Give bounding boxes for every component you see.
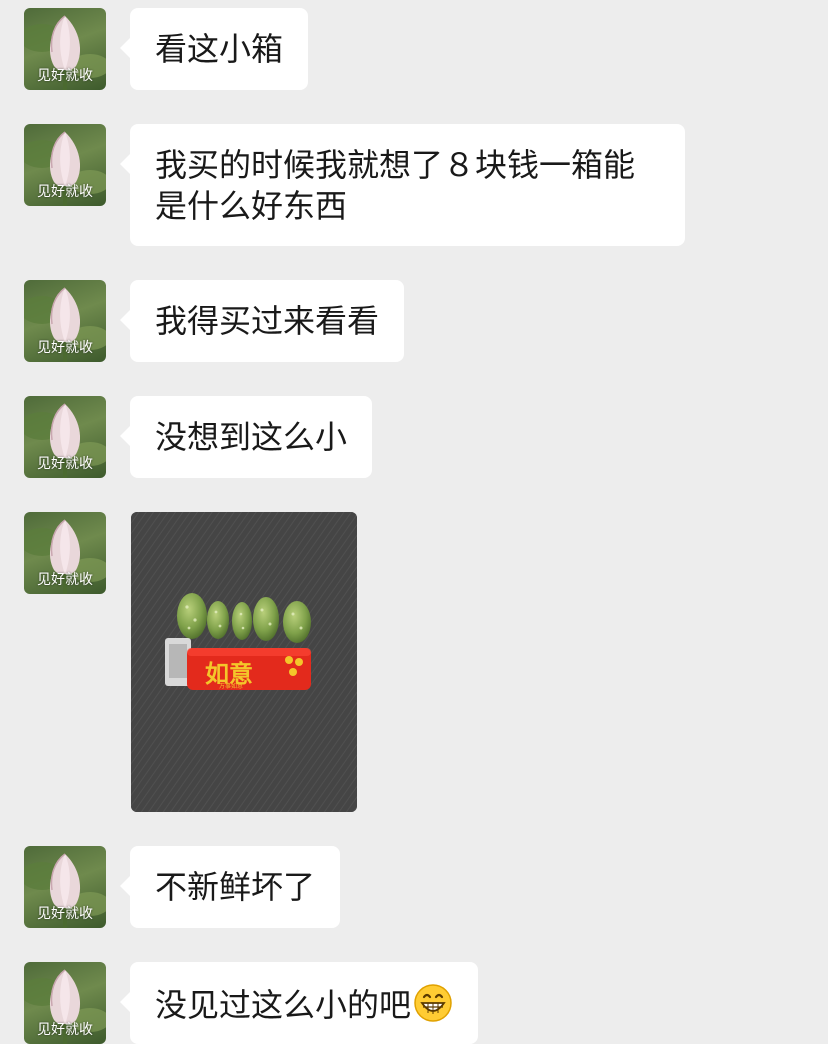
chat-message: 见好就收 我买的时候我就想了８块钱一箱能 是什么好东西 — [0, 124, 828, 246]
chat-message: 见好就收 没见过这么小的吧 — [0, 962, 828, 1044]
chat-message: 见好就收 如意 万事如意 — [0, 512, 828, 812]
message-bubble[interactable]: 看这小箱 — [119, 8, 309, 90]
message-bubble[interactable]: 我买的时候我就想了８块钱一箱能 是什么好东西 — [120, 124, 685, 246]
message-bubble[interactable]: 我得买过来看看 — [119, 280, 405, 362]
grinning-face-emoji — [414, 984, 452, 1022]
avatar[interactable]: 见好就收 — [24, 280, 106, 362]
message-text: 我买的时候我就想了８块钱一箱能 是什么好东西 — [155, 146, 636, 225]
avatar[interactable]: 见好就收 — [24, 124, 106, 206]
message-bubble[interactable]: 没想到这么小 — [119, 396, 373, 478]
avatar-caption: 见好就收 — [37, 1022, 93, 1038]
avatar-caption: 见好就收 — [37, 572, 93, 588]
message-bubble[interactable]: 没见过这么小的吧 — [119, 962, 479, 1044]
chat-message: 见好就收 看这小箱 — [0, 8, 828, 90]
avatar[interactable]: 见好就收 — [24, 396, 106, 478]
message-bubble[interactable]: 不新鲜坏了 — [119, 846, 341, 928]
message-text: 不新鲜坏了 — [155, 868, 316, 906]
avatar-caption: 见好就收 — [37, 906, 93, 922]
message-text: 看这小箱 — [155, 30, 284, 68]
message-text: 没想到这么小 — [155, 418, 348, 456]
chat-message: 见好就收 不新鲜坏了 — [0, 846, 828, 928]
message-text: 我得买过来看看 — [155, 302, 380, 340]
chat-message: 见好就收 我得买过来看看 — [0, 280, 828, 362]
message-photo[interactable]: 如意 万事如意 — [131, 512, 357, 812]
avatar-caption: 见好就收 — [37, 184, 93, 200]
avatar[interactable]: 见好就收 — [24, 962, 106, 1044]
lighter-text-small: 万事如意 — [219, 682, 243, 690]
avatar[interactable]: 见好就收 — [24, 846, 106, 928]
avatar-caption: 见好就收 — [37, 340, 93, 356]
avatar-caption: 见好就收 — [37, 68, 93, 84]
avatar[interactable]: 见好就收 — [24, 512, 106, 594]
avatar-caption: 见好就收 — [37, 456, 93, 472]
chat-message: 见好就收 没想到这么小 — [0, 396, 828, 478]
message-text-content: 没见过这么小的吧 — [155, 986, 412, 1024]
message-text: 没见过这么小的吧 — [155, 983, 453, 1026]
photo-content: 如意 万事如意 — [131, 512, 357, 812]
avatar[interactable]: 见好就收 — [24, 8, 106, 90]
